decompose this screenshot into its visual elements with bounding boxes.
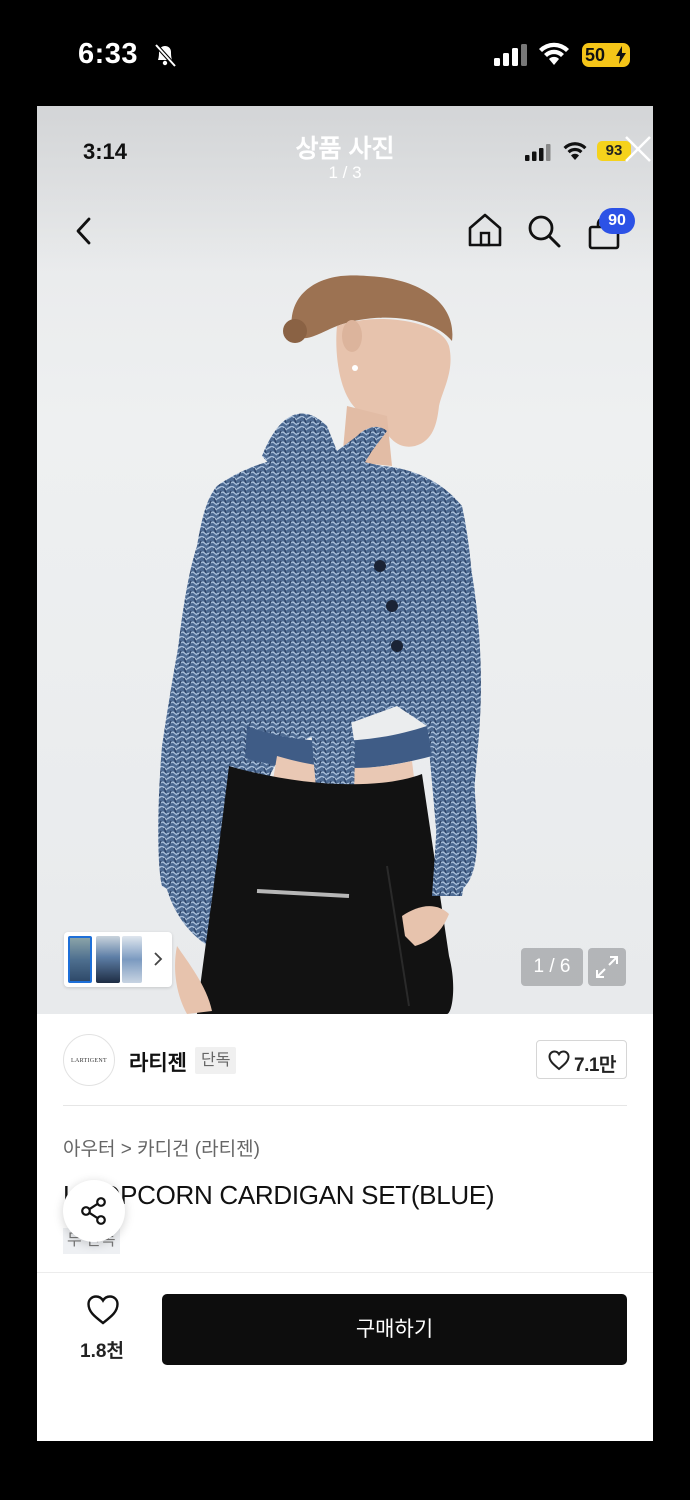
bell-slash-icon xyxy=(154,43,177,68)
divider xyxy=(37,1272,653,1273)
product-info: LARTIGENT 라티젠 단독 7.1만 아우터 > 카디건 (라티젠) L … xyxy=(37,1014,653,1274)
cart-count-badge: 90 xyxy=(599,208,635,234)
viewer-counter: 1 / 3 xyxy=(328,163,362,182)
app-screen: 3:14 상품 사진 1 / 3 93 90 1 / 6 LARTIGENT 라… xyxy=(37,106,653,1441)
signal-icon xyxy=(494,44,527,66)
battery-icon: 50 xyxy=(582,43,630,67)
brand-like-count: 7.1만 xyxy=(574,1055,616,1076)
signal-icon xyxy=(525,144,551,161)
breadcrumb[interactable]: 아우터 > 카디건 (라티젠) xyxy=(63,1134,260,1161)
heart-icon[interactable] xyxy=(86,1294,120,1326)
search-icon[interactable] xyxy=(527,214,561,248)
chevron-right-icon[interactable] xyxy=(152,948,164,970)
divider xyxy=(63,1105,627,1106)
thumbnail-1[interactable] xyxy=(68,936,92,983)
wifi-icon xyxy=(539,42,569,65)
close-icon[interactable] xyxy=(623,134,653,164)
expand-button[interactable] xyxy=(588,948,626,986)
thumbnail-strip[interactable] xyxy=(64,932,172,987)
share-button[interactable] xyxy=(63,1180,125,1242)
thumbnail-2[interactable] xyxy=(96,936,120,983)
home-icon[interactable] xyxy=(467,212,503,248)
expand-icon xyxy=(596,956,618,978)
heart-icon xyxy=(548,1050,570,1071)
outer-status-bar: 6:33 50 xyxy=(0,0,690,106)
brand-logo[interactable]: LARTIGENT xyxy=(63,1034,115,1086)
product-title: L POPCORN CARDIGAN SET(BLUE) xyxy=(63,1180,495,1210)
brand-name[interactable]: 라티젠 xyxy=(129,1047,187,1077)
outer-battery-level: 50 xyxy=(585,45,606,65)
bolt-icon xyxy=(616,46,626,64)
share-icon xyxy=(81,1197,106,1225)
wish-count: 1.8천 xyxy=(80,1341,124,1362)
buy-button[interactable]: 구매하기 xyxy=(162,1294,627,1365)
thumbnail-3[interactable] xyxy=(122,936,142,983)
exclusive-tag: 단독 xyxy=(195,1047,237,1074)
brand-like-button[interactable]: 7.1만 xyxy=(536,1040,627,1079)
wifi-icon xyxy=(563,142,587,160)
outer-status-time: 6:33 xyxy=(78,38,139,70)
bottom-action-bar: 1.8천 구매하기 xyxy=(37,1274,653,1441)
viewer-title: 상품 사진 xyxy=(295,135,395,163)
back-icon[interactable] xyxy=(73,216,95,246)
image-counter: 1 / 6 xyxy=(521,948,583,986)
